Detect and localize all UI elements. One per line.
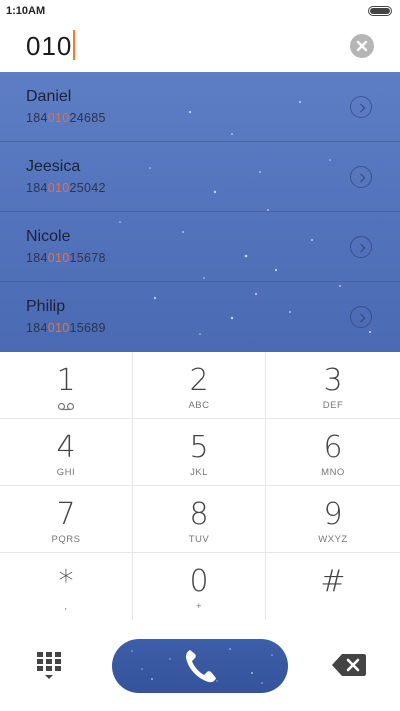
key-3[interactable]: 3 DEF	[266, 352, 400, 419]
key-letters: ABC	[188, 400, 210, 411]
dial-keypad: 1 2 ABC 3 DEF 4 GHI 5 JKL 6 MNO 7 PQRS 8…	[0, 352, 400, 620]
key-digit: 0	[189, 564, 209, 599]
matched-digits: 010	[47, 111, 70, 125]
key-6[interactable]: 6 MNO	[266, 419, 400, 486]
key-letters: TUV	[188, 534, 210, 545]
phone-icon	[186, 650, 216, 683]
key-0[interactable]: 0 +	[133, 553, 266, 620]
key-letters: +	[195, 601, 203, 612]
key-8[interactable]: 8 TUV	[133, 486, 266, 553]
key-digit: 5	[189, 430, 209, 465]
key-digit: 2	[189, 363, 209, 398]
contact-number: 18401024685	[26, 111, 106, 125]
bottom-action-bar	[0, 620, 400, 711]
clear-icon[interactable]	[350, 34, 374, 58]
key-digit: 3	[323, 363, 343, 398]
key-digit: 4	[56, 430, 76, 465]
key-digit: 7	[56, 497, 76, 532]
backspace-icon[interactable]	[332, 653, 366, 677]
key-letters: MNO	[321, 467, 345, 478]
key-letters: GHI	[56, 467, 76, 478]
contact-results: Daniel 18401024685 Jeesica 18401025042 N…	[0, 72, 400, 352]
key-7[interactable]: 7 PQRS	[0, 486, 133, 553]
status-bar: 1:10AM	[0, 0, 400, 22]
key-hash[interactable]: #	[266, 553, 400, 620]
key-9[interactable]: 9 WXYZ	[266, 486, 400, 553]
call-button[interactable]	[112, 639, 288, 693]
contact-name: Jeesica	[26, 158, 81, 175]
key-digit: 9	[323, 497, 343, 532]
key-digit: 8	[189, 497, 209, 532]
key-digit: *	[58, 564, 74, 599]
matched-digits: 010	[47, 251, 70, 265]
status-time: 1:10AM	[6, 5, 46, 17]
contact-number: 18401015689	[26, 321, 106, 335]
key-digit: 1	[56, 363, 76, 398]
dial-input[interactable]: 010	[26, 30, 76, 62]
contact-name: Nicole	[26, 228, 71, 245]
text-caret	[73, 30, 76, 60]
chevron-right-icon[interactable]	[350, 166, 372, 188]
dial-input-value: 010	[26, 31, 73, 61]
contact-row-nicole[interactable]: Nicole 18401015678	[0, 212, 400, 282]
key-4[interactable]: 4 GHI	[0, 419, 133, 486]
dialpad-icon[interactable]	[36, 651, 62, 681]
key-letters: ,	[64, 601, 68, 612]
contact-name: Philip	[26, 298, 66, 315]
voicemail-icon	[57, 402, 75, 411]
key-letters: JKL	[190, 467, 208, 478]
battery-icon	[368, 6, 392, 16]
contact-name: Daniel	[26, 88, 72, 105]
chevron-right-icon[interactable]	[350, 236, 372, 258]
contact-row-daniel[interactable]: Daniel 18401024685	[0, 72, 400, 142]
key-digit: #	[320, 564, 346, 599]
contact-number: 18401025042	[26, 181, 106, 195]
key-letters: PQRS	[51, 534, 81, 545]
contact-row-philip[interactable]: Philip 18401015689	[0, 282, 400, 352]
contact-number: 18401015678	[26, 251, 106, 265]
matched-digits: 010	[47, 181, 70, 195]
key-letters: WXYZ	[318, 534, 348, 545]
key-2[interactable]: 2 ABC	[133, 352, 266, 419]
key-5[interactable]: 5 JKL	[133, 419, 266, 486]
contact-row-jeesica[interactable]: Jeesica 18401025042	[0, 142, 400, 212]
matched-digits: 010	[47, 321, 70, 335]
key-1[interactable]: 1	[0, 352, 133, 419]
dial-input-bar: 010	[0, 22, 400, 72]
chevron-right-icon[interactable]	[350, 96, 372, 118]
key-letters: DEF	[322, 400, 344, 411]
chevron-right-icon[interactable]	[350, 306, 372, 328]
key-digit: 6	[323, 430, 343, 465]
key-star[interactable]: * ,	[0, 553, 133, 620]
